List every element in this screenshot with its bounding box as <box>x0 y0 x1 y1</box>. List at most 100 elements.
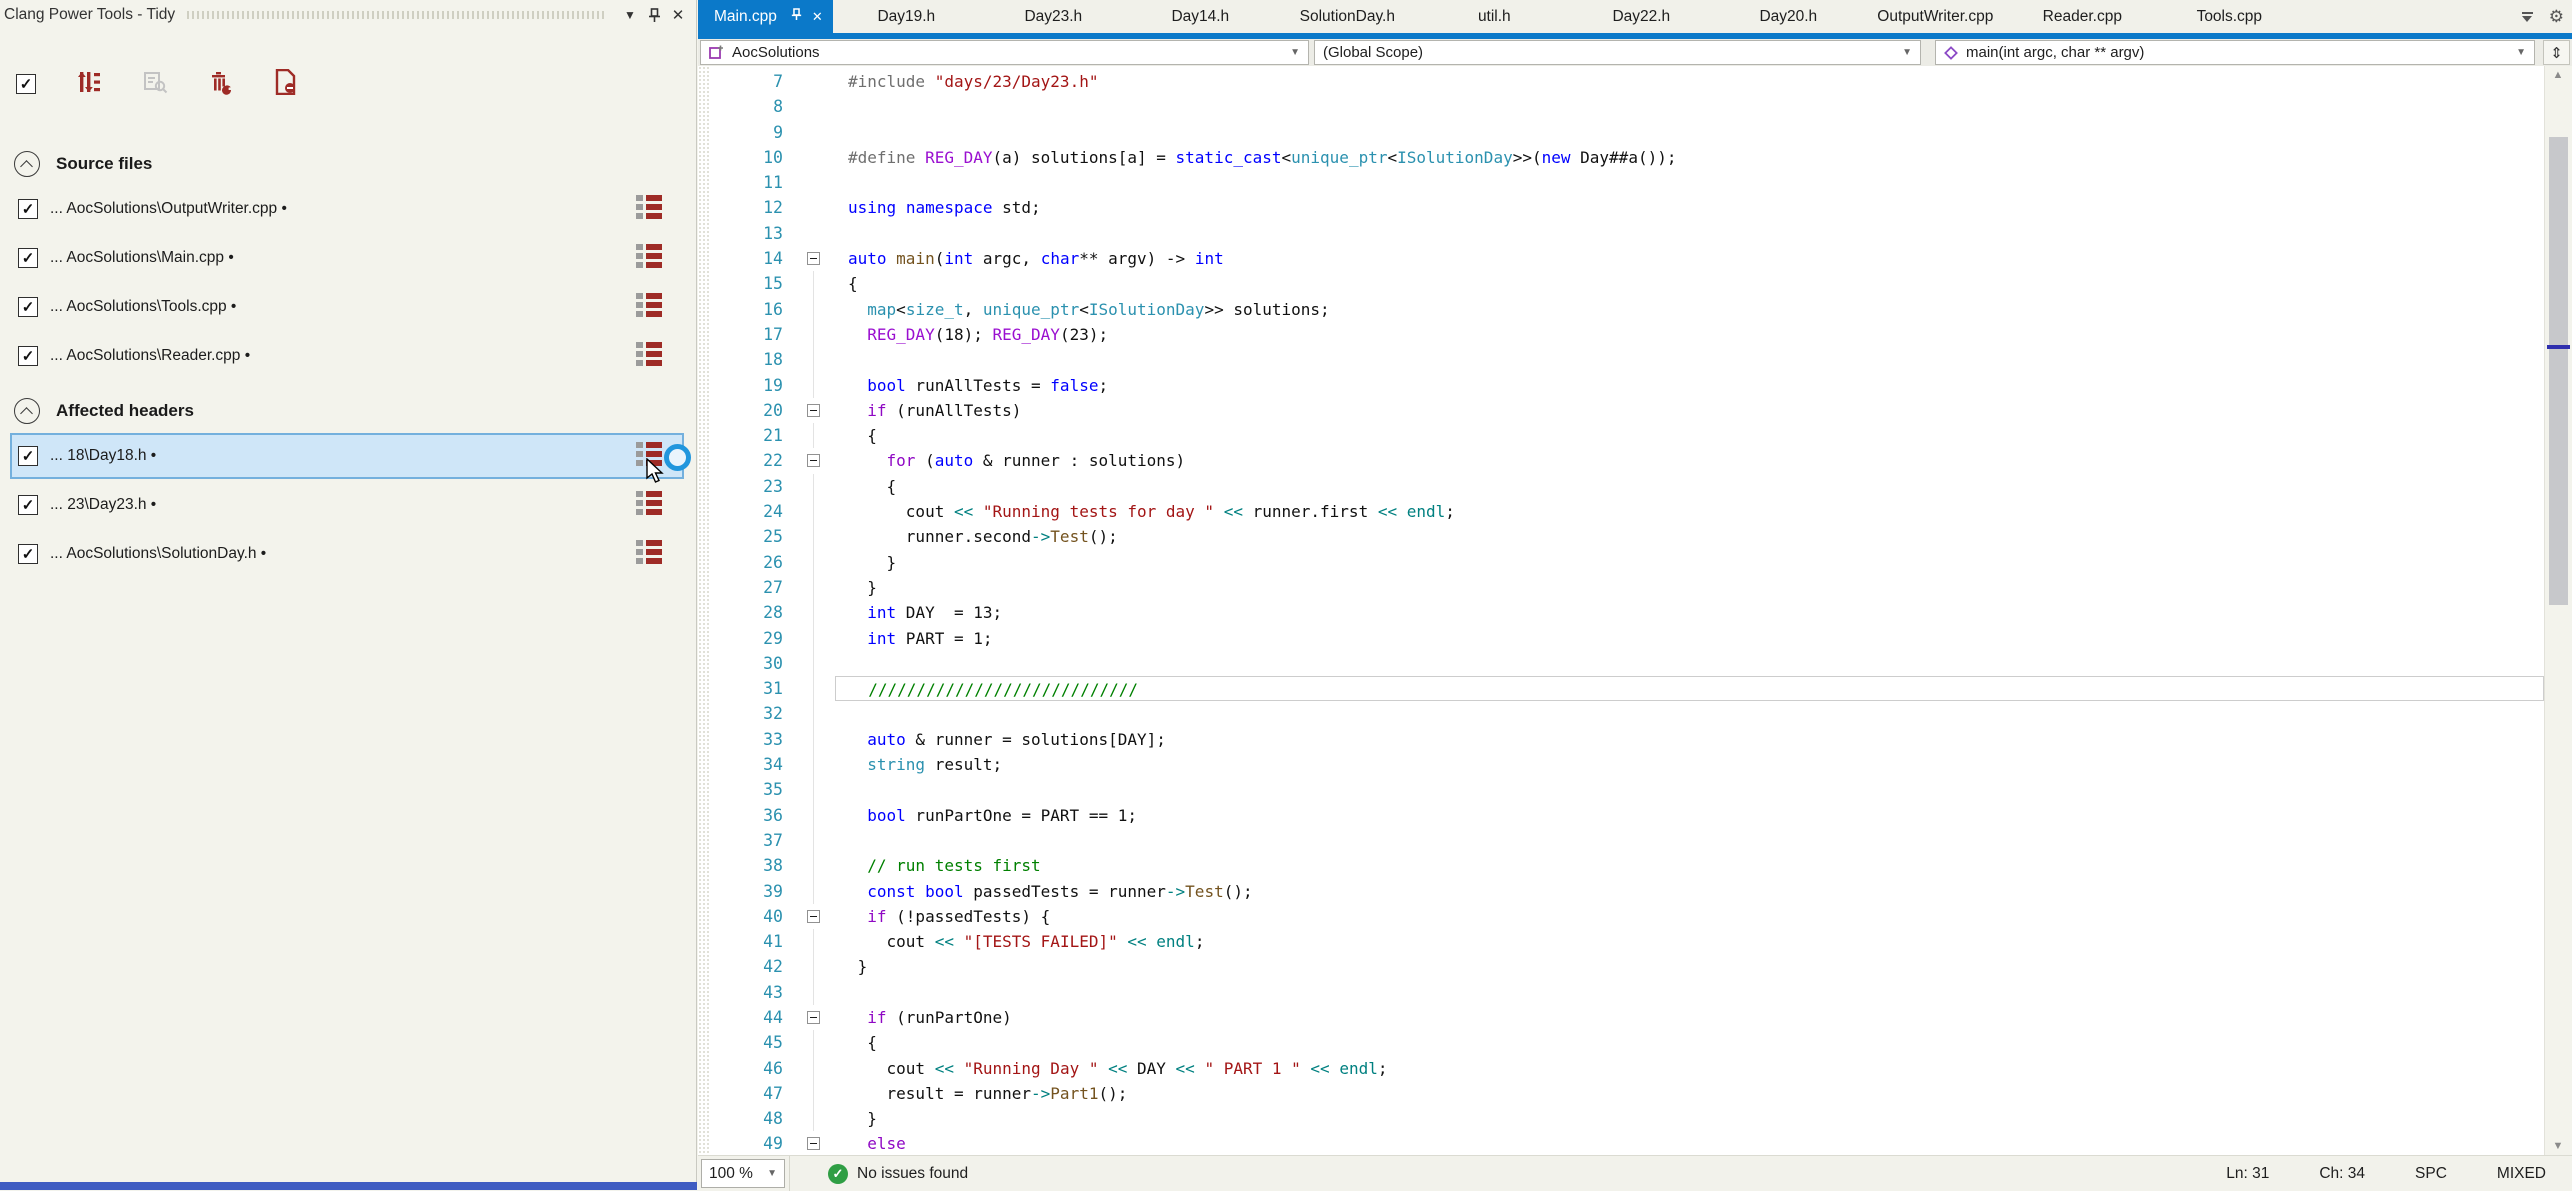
tab-util-h[interactable]: util.h <box>1421 0 1568 33</box>
fold-column[interactable] <box>795 727 835 752</box>
member-dropdown[interactable]: main(int argc, char ** argv) ▼ <box>1935 40 2535 65</box>
file-checkbox[interactable]: ✓ <box>18 446 38 466</box>
scrollbar-thumb[interactable] <box>2549 137 2568 605</box>
fold-column[interactable] <box>795 1106 835 1131</box>
report-document-icon[interactable] <box>274 69 298 100</box>
fold-column[interactable] <box>795 297 835 322</box>
collapse-chevron-icon[interactable] <box>14 151 40 177</box>
fold-column[interactable] <box>795 777 835 802</box>
cleanup-icon[interactable] <box>208 69 234 100</box>
pin-icon[interactable] <box>642 4 666 26</box>
vertical-scrollbar[interactable]: ▲ ▼ <box>2544 66 2572 1155</box>
fold-column[interactable] <box>795 1056 835 1081</box>
fold-column[interactable] <box>795 651 835 676</box>
line-ending-indicator[interactable]: MIXED <box>2497 1165 2546 1183</box>
code-area[interactable]: 7#include "days/23/Day23.h"8910#define R… <box>711 66 2544 1155</box>
fold-column[interactable] <box>795 271 835 296</box>
fold-column[interactable] <box>795 550 835 575</box>
tidy-fix-icon[interactable] <box>636 293 662 322</box>
fold-column[interactable] <box>795 1081 835 1106</box>
scroll-down-icon[interactable]: ▼ <box>2545 1140 2571 1152</box>
fold-column[interactable] <box>795 1030 835 1055</box>
fold-column[interactable] <box>795 853 835 878</box>
file-checkbox[interactable]: ✓ <box>18 544 38 564</box>
fold-column[interactable] <box>795 676 835 701</box>
scroll-up-icon[interactable]: ▲ <box>2545 69 2571 81</box>
fold-column[interactable] <box>795 954 835 979</box>
fold-column[interactable] <box>795 752 835 777</box>
fold-column[interactable] <box>795 1005 835 1030</box>
file-checkbox[interactable]: ✓ <box>18 495 38 515</box>
panel-title-bar[interactable]: Clang Power Tools - Tidy ▼ ✕ <box>0 0 696 30</box>
fold-column[interactable] <box>795 221 835 246</box>
zoom-dropdown[interactable]: 100 % ▼ <box>701 1159 785 1188</box>
pin-icon[interactable] <box>791 8 802 26</box>
file-item[interactable]: ✓... AocSolutions\SolutionDay.h • <box>10 531 684 577</box>
tab-reader-cpp[interactable]: Reader.cpp <box>2009 0 2156 33</box>
fold-column[interactable] <box>795 170 835 195</box>
fold-column[interactable] <box>795 448 835 473</box>
tidy-fix-icon[interactable] <box>636 540 662 569</box>
window-menu-chevron-icon[interactable]: ▼ <box>618 4 642 26</box>
tab-day14-h[interactable]: Day14.h <box>1127 0 1274 33</box>
fold-collapse-icon[interactable] <box>807 454 820 467</box>
indent-mode-indicator[interactable]: SPC <box>2415 1165 2447 1183</box>
fold-column[interactable] <box>795 347 835 372</box>
file-checkbox[interactable]: ✓ <box>18 199 38 219</box>
file-item[interactable]: ✓... AocSolutions\Reader.cpp • <box>10 333 684 379</box>
file-item[interactable]: ✓... 23\Day23.h • <box>10 482 684 528</box>
project-dropdown[interactable]: AocSolutions ▼ <box>700 40 1309 65</box>
fold-collapse-icon[interactable] <box>807 910 820 923</box>
tidy-fix-icon[interactable] <box>636 491 662 520</box>
tab-day23-h[interactable]: Day23.h <box>980 0 1127 33</box>
fold-column[interactable] <box>795 322 835 347</box>
fold-column[interactable] <box>795 94 835 119</box>
tab-main-cpp[interactable]: Main.cpp✕ <box>698 0 833 33</box>
gear-icon[interactable]: ⚙ <box>2549 7 2564 27</box>
fold-column[interactable] <box>795 195 835 220</box>
file-checkbox[interactable]: ✓ <box>18 297 38 317</box>
fold-column[interactable] <box>795 980 835 1005</box>
fold-column[interactable] <box>795 803 835 828</box>
fold-column[interactable] <box>795 929 835 954</box>
fold-column[interactable] <box>795 600 835 625</box>
fold-column[interactable] <box>795 474 835 499</box>
fold-column[interactable] <box>795 626 835 651</box>
section-header-affected-headers[interactable]: Affected headers <box>14 395 696 427</box>
tab-day22-h[interactable]: Day22.h <box>1568 0 1715 33</box>
scope-dropdown[interactable]: (Global Scope) ▼ <box>1314 40 1921 65</box>
tidy-fix-icon[interactable] <box>636 244 662 273</box>
fold-column[interactable] <box>795 373 835 398</box>
fold-collapse-icon[interactable] <box>807 1137 820 1150</box>
fold-column[interactable] <box>795 575 835 600</box>
fold-column[interactable] <box>795 120 835 145</box>
fold-collapse-icon[interactable] <box>807 404 820 417</box>
column-indicator[interactable]: Ch: 34 <box>2319 1165 2365 1183</box>
fold-column[interactable] <box>795 524 835 549</box>
line-indicator[interactable]: Ln: 31 <box>2226 1165 2269 1183</box>
file-checkbox[interactable]: ✓ <box>18 248 38 268</box>
indicator-margin[interactable] <box>698 66 711 1155</box>
fold-column[interactable] <box>795 499 835 524</box>
section-header-source-files[interactable]: Source files <box>14 148 696 180</box>
select-all-checkbox[interactable]: ✓ <box>16 74 36 94</box>
file-item[interactable]: ✓... AocSolutions\Tools.cpp • <box>10 284 684 330</box>
tab-outputwriter-cpp[interactable]: OutputWriter.cpp <box>1862 0 2009 33</box>
tab-tools-cpp[interactable]: Tools.cpp <box>2156 0 2303 33</box>
tab-day20-h[interactable]: Day20.h <box>1715 0 1862 33</box>
tidy-fix-icon[interactable] <box>636 195 662 224</box>
file-item[interactable]: ✓... AocSolutions\OutputWriter.cpp • <box>10 186 684 232</box>
fold-column[interactable] <box>795 423 835 448</box>
split-editor-button[interactable]: ⇕ <box>2543 40 2570 65</box>
fold-column[interactable] <box>795 246 835 271</box>
fold-column[interactable] <box>795 1131 835 1155</box>
fold-column[interactable] <box>795 828 835 853</box>
tidy-options-icon[interactable] <box>76 69 102 100</box>
fold-column[interactable] <box>795 701 835 726</box>
fold-column[interactable] <box>795 145 835 170</box>
tab-solutionday-h[interactable]: SolutionDay.h <box>1274 0 1421 33</box>
fold-collapse-icon[interactable] <box>807 252 820 265</box>
file-item[interactable]: ✓... 18\Day18.h • <box>10 433 684 479</box>
tab-day19-h[interactable]: Day19.h <box>833 0 980 33</box>
tidy-fix-icon[interactable] <box>636 342 662 371</box>
